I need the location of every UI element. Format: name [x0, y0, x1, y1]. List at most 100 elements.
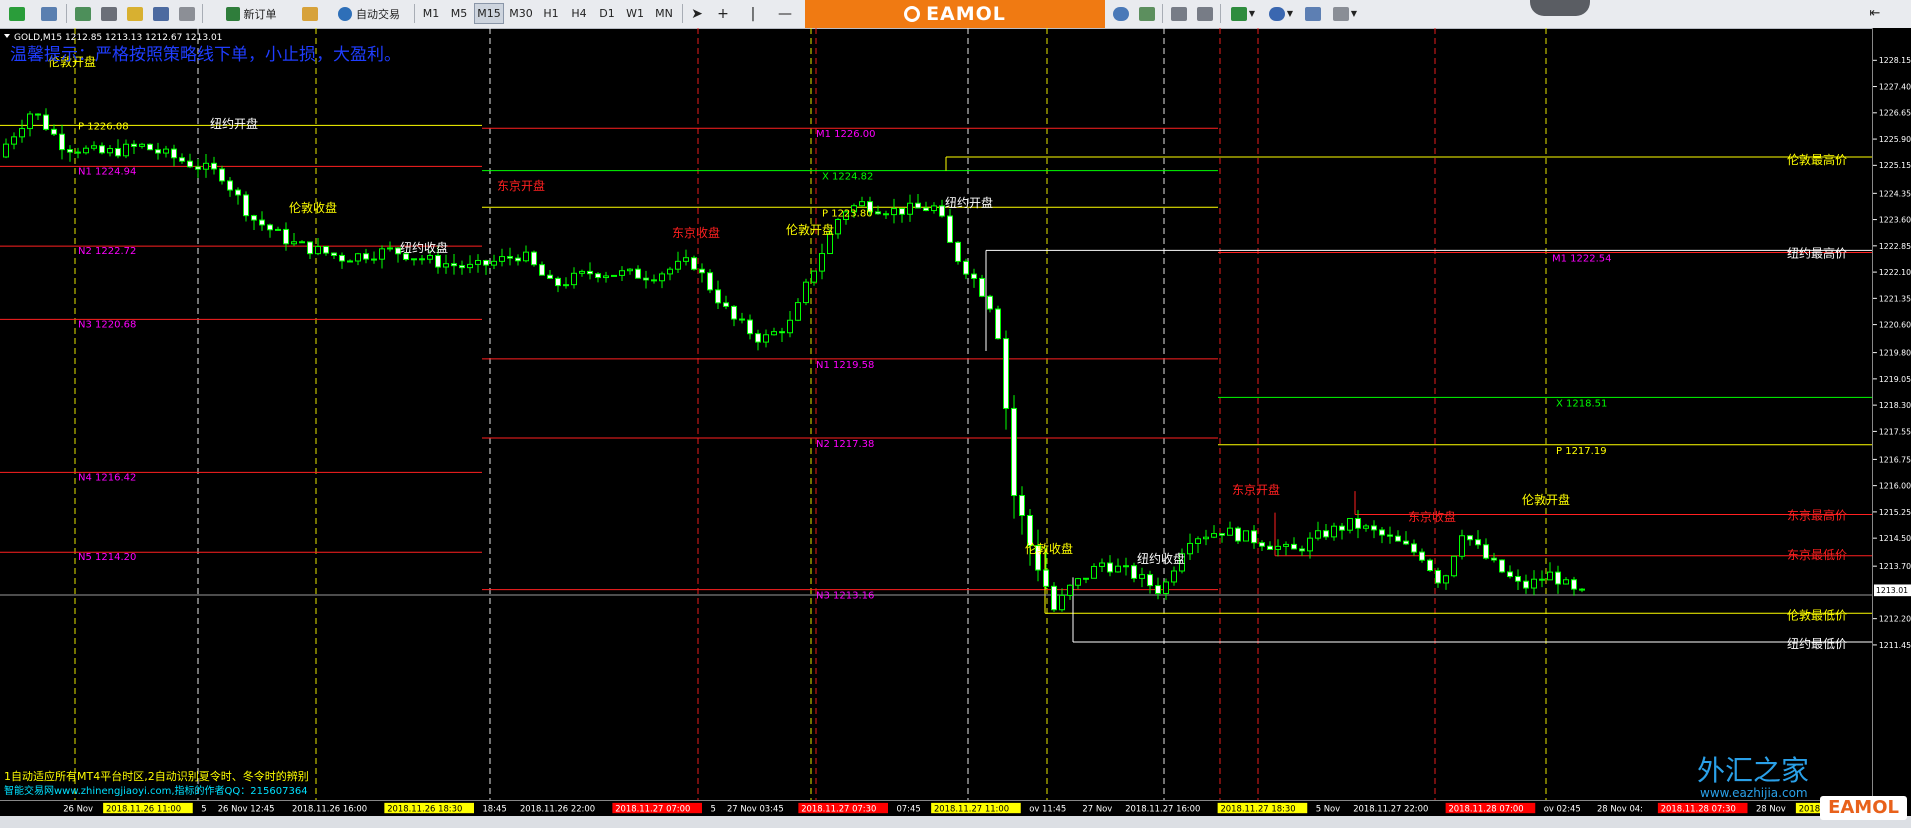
price-tick-label-17: 1215.25 — [1879, 508, 1911, 517]
candle-body-168 — [1347, 518, 1353, 531]
candle-body-166 — [1331, 525, 1337, 538]
chart-properties-button[interactable]: ▼ — [1328, 3, 1362, 24]
minimize-button[interactable]: ⇤ — [1864, 3, 1886, 24]
candle-body-7 — [59, 133, 65, 151]
candle-body-185 — [1483, 544, 1489, 559]
cursor-tool-button[interactable]: ➤ — [686, 3, 708, 24]
status-bar: EAMOL — [0, 796, 1911, 828]
candle-body-163 — [1307, 537, 1313, 552]
candle-body-117 — [939, 205, 945, 217]
session-extreme-label-2: 东京最高价 — [1787, 507, 1847, 522]
timeframe-m1[interactable]: M1 — [418, 3, 444, 24]
candle-body-135 — [1083, 577, 1089, 580]
pivot-level-label-4: N4 1216.42 — [78, 472, 136, 483]
candle-body-153 — [1227, 527, 1233, 536]
candle-body-139 — [1115, 565, 1121, 573]
candle-body-122 — [979, 277, 985, 297]
tester-button[interactable] — [176, 3, 198, 24]
price-tick-label-9: 1221.35 — [1879, 294, 1911, 303]
indicators-button[interactable]: ▼ — [1226, 3, 1260, 24]
candle-body-114 — [915, 202, 921, 209]
candle-body-98 — [787, 319, 793, 334]
session-label-11: 东京收盘 — [1408, 509, 1456, 524]
candle-body-97 — [779, 331, 785, 334]
candle-body-101 — [811, 270, 817, 283]
candle-body-115 — [923, 207, 929, 212]
candle-body-79 — [635, 268, 641, 279]
candle-body-183 — [1467, 535, 1473, 541]
vertical-line-icon: | — [750, 5, 756, 22]
market-watch-button[interactable] — [72, 3, 94, 24]
candle-body-20 — [163, 148, 169, 154]
templates-button[interactable] — [1302, 3, 1324, 24]
metaeditor-button[interactable] — [298, 3, 322, 24]
time-label-9: 5 — [710, 803, 715, 813]
candle-body-92 — [739, 318, 745, 321]
candle-body-186 — [1491, 557, 1497, 561]
time-label-23: 2018.11.28 07:30 — [1661, 803, 1736, 813]
new-chart-button[interactable] — [4, 3, 30, 24]
horizontal-line-tool-button[interactable]: — — [774, 3, 796, 24]
candle-body-160 — [1283, 543, 1289, 547]
candle-body-43 — [347, 260, 353, 263]
candle-body-2 — [19, 128, 25, 138]
favorites-button[interactable] — [124, 3, 146, 24]
candle-body-155 — [1243, 530, 1249, 542]
candle-body-107 — [859, 201, 865, 207]
candle-body-54 — [435, 255, 441, 268]
auto-trading-label: 自动交易 — [356, 7, 400, 21]
session-extreme-label-5: 纽约最低价 — [1787, 636, 1847, 651]
profiles-button[interactable] — [36, 3, 62, 24]
price-tick-label-19: 1213.70 — [1879, 562, 1911, 571]
new-order-label: 新订单 — [243, 7, 277, 21]
zoom-in-button[interactable] — [1110, 3, 1132, 24]
timeframe-mn[interactable]: MN — [650, 3, 678, 24]
candle-body-8 — [67, 149, 73, 153]
chart-shift-button[interactable] — [1168, 3, 1190, 24]
candle-body-100 — [803, 281, 809, 304]
tile-windows-button[interactable] — [1136, 3, 1158, 24]
auto-trading-button[interactable]: 自动交易 — [328, 3, 410, 24]
timeframe-m30[interactable]: M30 — [506, 3, 536, 24]
candle-body-187 — [1499, 559, 1505, 573]
timeframe-m15[interactable]: M15 — [474, 3, 504, 24]
window-tab-handle[interactable] — [1530, 0, 1590, 16]
timeframe-w1[interactable]: W1 — [622, 3, 648, 24]
time-axis: 26 Nov 2018.11.26 11:00 5 26 Nov 12:45 2018.… — [0, 800, 1872, 816]
time-label-10: 27 Nov 03:45 — [727, 803, 784, 813]
candle-body-1 — [11, 136, 17, 145]
periods-button[interactable]: ▼ — [1264, 3, 1298, 24]
time-label-16: 2018.11.27 16:00 — [1125, 803, 1200, 813]
timeframe-h4[interactable]: H4 — [566, 3, 592, 24]
candle-body-171 — [1371, 525, 1377, 531]
price-tick-label-1: 1227.40 — [1879, 82, 1911, 91]
candle-body-109 — [875, 211, 881, 215]
time-label-18: 5 Nov — [1316, 803, 1340, 813]
price-chart[interactable]: P 1226.08 N1 1224.94 N2 1222.72 N3 1220.68 N… — [0, 28, 1872, 800]
crosshair-tool-button[interactable]: + — [712, 3, 734, 24]
auto-scroll-button[interactable] — [1194, 3, 1216, 24]
candle-body-12 — [99, 145, 105, 154]
candle-body-177 — [1419, 551, 1425, 561]
brand-logo-icon — [904, 6, 921, 22]
timeframe-m5[interactable]: M5 — [446, 3, 472, 24]
price-tick-label-13: 1218.30 — [1879, 401, 1911, 410]
candle-body-24 — [195, 166, 201, 170]
candle-body-61 — [491, 260, 497, 266]
timeframe-d1[interactable]: D1 — [594, 3, 620, 24]
candle-body-84 — [675, 260, 681, 270]
candle-body-5 — [43, 114, 49, 130]
market-watch-icon — [75, 6, 91, 21]
candle-body-32 — [259, 219, 265, 226]
candle-body-178 — [1427, 559, 1433, 572]
terminal-button[interactable] — [150, 3, 172, 24]
price-tick-label-14: 1217.55 — [1879, 427, 1911, 436]
time-label-14: ov 11:45 — [1029, 803, 1066, 813]
navigator-button[interactable] — [98, 3, 120, 24]
vertical-line-tool-button[interactable]: | — [742, 3, 764, 24]
time-label-8: 2018.11.27 07:00 — [615, 803, 690, 813]
candle-body-45 — [363, 253, 369, 260]
candle-body-161 — [1291, 543, 1297, 550]
timeframe-h1[interactable]: H1 — [538, 3, 564, 24]
new-order-button[interactable]: 新订单 — [208, 3, 294, 24]
